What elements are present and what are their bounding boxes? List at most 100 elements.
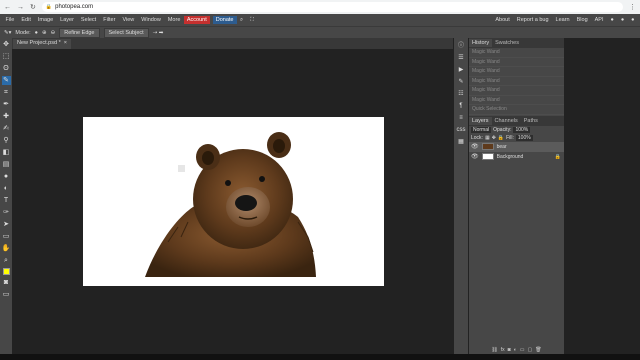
zoom-tool-icon[interactable]: ⌕ xyxy=(2,256,11,265)
lock-pixels-icon[interactable]: ▦ xyxy=(485,135,490,141)
blur-tool-icon[interactable]: ● xyxy=(2,172,11,181)
tab-swatches[interactable]: Swatches xyxy=(492,39,522,47)
fullscreen-icon[interactable]: ⛶ xyxy=(247,17,258,24)
history-item[interactable]: Magic Wand xyxy=(469,77,564,86)
tab-paths[interactable]: Paths xyxy=(521,117,541,125)
mode-add-icon[interactable]: ⊕ xyxy=(42,30,47,36)
brush-settings-icon[interactable]: ✎ xyxy=(456,78,466,86)
mode-subtract-icon[interactable]: ⊖ xyxy=(51,30,56,36)
arrows-icon[interactable]: ⇢ ➡ xyxy=(153,30,164,36)
twitter-icon[interactable]: ● xyxy=(617,17,627,23)
menu-view[interactable]: View xyxy=(119,17,138,23)
shape-tool-icon[interactable]: ▭ xyxy=(2,232,11,241)
reload-icon[interactable]: ↻ xyxy=(30,3,36,11)
paragraph-icon[interactable]: ≡ xyxy=(456,114,466,122)
lock-icon: 🔒 xyxy=(45,4,53,10)
marquee-tool-icon[interactable]: ⬚ xyxy=(2,52,11,61)
reddit-icon[interactable]: ● xyxy=(607,17,617,23)
quick-mask-icon[interactable]: ◙ xyxy=(2,278,11,287)
type-tool-icon[interactable]: T xyxy=(2,196,11,205)
hand-tool-icon[interactable]: ✋ xyxy=(2,244,11,253)
menu-file[interactable]: File xyxy=(2,17,18,23)
tab-channels[interactable]: Channels xyxy=(492,117,521,125)
history-item[interactable]: Magic Wand xyxy=(469,58,564,67)
donate-button[interactable]: Donate xyxy=(212,16,237,24)
history-item[interactable]: Magic Wand xyxy=(469,48,564,58)
character-icon[interactable]: ¶ xyxy=(456,102,466,110)
close-icon[interactable]: × xyxy=(64,40,67,48)
refine-edge-button[interactable]: Refine Edge xyxy=(59,27,100,38)
menu-window[interactable]: Window xyxy=(138,17,165,23)
select-subject-button[interactable]: Select Subject xyxy=(103,27,149,38)
link-layers-icon[interactable]: ⛓ xyxy=(491,347,497,353)
healing-tool-icon[interactable]: ✚ xyxy=(2,112,11,121)
move-tool-icon[interactable]: ✥ xyxy=(2,40,11,49)
lasso-tool-icon[interactable]: ʘ xyxy=(2,64,11,73)
link-learn[interactable]: Learn xyxy=(552,17,573,23)
canvas[interactable] xyxy=(83,117,384,286)
adjustments-icon[interactable]: ☷ xyxy=(456,90,466,98)
menu-filter[interactable]: Filter xyxy=(100,17,119,23)
menu-select[interactable]: Select xyxy=(77,17,99,23)
account-button[interactable]: Account xyxy=(183,16,210,24)
screen-mode-icon[interactable]: ▭ xyxy=(2,290,11,299)
menu-layer[interactable]: Layer xyxy=(57,17,78,23)
browser-menu-icon[interactable]: ⋮ xyxy=(629,3,636,11)
document-tab[interactable]: New Project.psd * × xyxy=(13,39,71,49)
tab-history[interactable]: History xyxy=(469,39,493,47)
crop-tool-icon[interactable]: ⌗ xyxy=(2,88,11,97)
link-report-bug[interactable]: Report a bug xyxy=(513,17,552,23)
search-icon[interactable]: ⌕ xyxy=(237,17,247,24)
effects-icon[interactable]: fx xyxy=(501,347,505,353)
forward-icon[interactable]: → xyxy=(17,4,24,11)
facebook-icon[interactable]: ● xyxy=(628,17,638,23)
eye-icon[interactable]: 👁 xyxy=(471,153,479,160)
history-item[interactable]: Magic Wand xyxy=(469,86,564,96)
eye-icon[interactable]: 👁 xyxy=(471,143,479,150)
menu-more[interactable]: More xyxy=(164,17,184,23)
folder-icon[interactable]: ▭ xyxy=(520,347,525,353)
eraser-tool-icon[interactable]: ◧ xyxy=(2,148,11,157)
delete-icon[interactable]: 🗑 xyxy=(535,347,541,353)
css-icon[interactable]: css xyxy=(456,126,466,134)
address-bar[interactable]: 🔒 photopea.com xyxy=(41,2,623,12)
clone-tool-icon[interactable]: ⚲ xyxy=(2,136,11,145)
link-blog[interactable]: Blog xyxy=(573,17,591,23)
eyedropper-tool-icon[interactable]: ✒ xyxy=(2,100,11,109)
blend-mode-select[interactable]: Normal xyxy=(471,126,492,133)
opacity-input[interactable]: 100% xyxy=(513,126,531,133)
image-icon[interactable]: ▦ xyxy=(456,138,466,146)
properties-icon[interactable]: ☰ xyxy=(456,54,466,62)
fill-input[interactable]: 100% xyxy=(515,134,533,141)
history-item[interactable]: Magic Wand xyxy=(469,67,564,77)
history-item[interactable]: Magic Wand xyxy=(469,96,564,105)
tool-preset-icon[interactable]: ✎▾ xyxy=(4,30,11,36)
new-layer-icon[interactable]: ▢ xyxy=(527,347,532,353)
link-about[interactable]: About xyxy=(492,17,513,23)
layer-row[interactable]: 👁 Background 🔒 xyxy=(469,152,564,162)
pen-tool-icon[interactable]: ✑ xyxy=(2,208,11,217)
info-icon[interactable]: ⓘ xyxy=(456,42,466,50)
quick-selection-tool-icon[interactable]: ✎ xyxy=(1,76,11,85)
gradient-tool-icon[interactable]: ▤ xyxy=(2,160,11,169)
actions-icon[interactable]: ▶ xyxy=(456,66,466,74)
mask-icon[interactable]: ◙ xyxy=(508,347,511,353)
history-item[interactable]: Quick Selection xyxy=(469,105,564,115)
adjustment-layer-icon[interactable]: ◐ xyxy=(514,347,517,353)
path-select-tool-icon[interactable]: ➤ xyxy=(2,220,11,229)
back-icon[interactable]: ← xyxy=(4,4,11,11)
dodge-tool-icon[interactable]: ◐ xyxy=(2,184,11,193)
mode-label: Mode: xyxy=(15,29,31,36)
tab-layers[interactable]: Layers xyxy=(469,116,492,125)
layer-row[interactable]: 👁 bear xyxy=(469,141,564,152)
foreground-color-swatch[interactable] xyxy=(2,268,10,275)
mode-new-icon[interactable]: ● xyxy=(35,30,38,36)
menu-edit[interactable]: Edit xyxy=(18,17,34,23)
link-api[interactable]: API xyxy=(591,17,607,23)
lock-icon: 🔒 xyxy=(554,153,561,160)
lock-position-icon[interactable]: ✥ xyxy=(492,135,496,141)
brush-tool-icon[interactable]: ✍ xyxy=(2,124,11,133)
taskbar xyxy=(0,354,640,360)
lock-all-icon[interactable]: 🔒 xyxy=(498,135,504,141)
menu-image[interactable]: Image xyxy=(34,17,56,23)
